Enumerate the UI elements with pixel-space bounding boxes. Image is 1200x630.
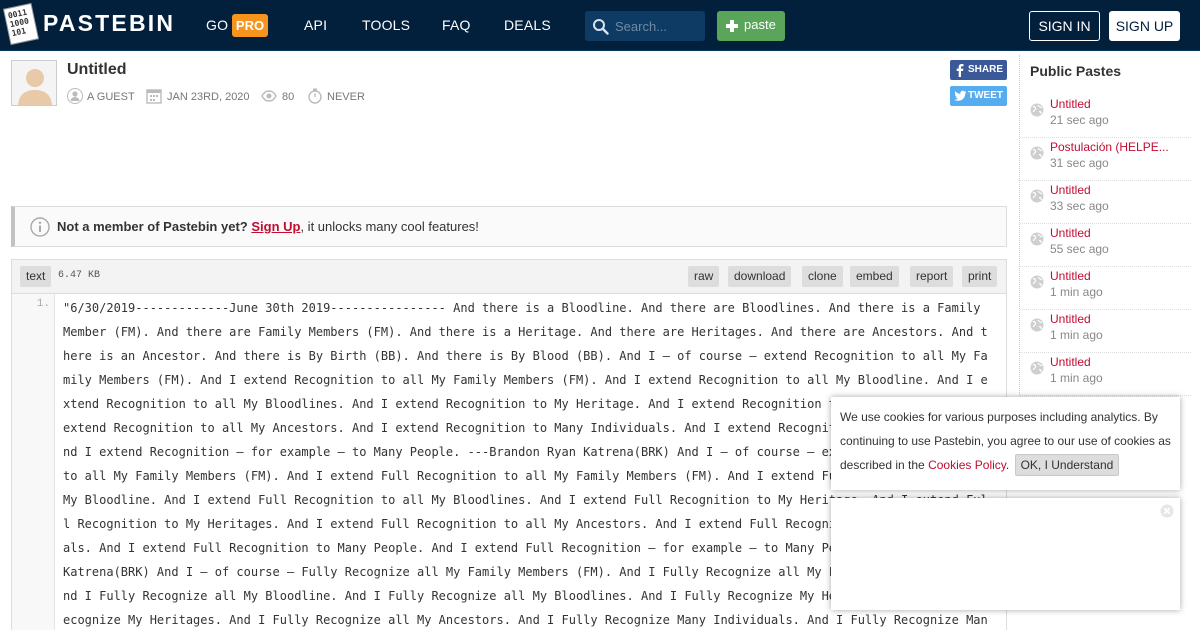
embed-button[interactable]: embed (850, 266, 899, 287)
cookies-policy-link[interactable]: Cookies Policy (928, 458, 1006, 472)
public-paste-title[interactable]: Untitled (1050, 312, 1091, 326)
nav-go[interactable]: GO (206, 17, 228, 33)
paste-title: Untitled (67, 61, 127, 78)
globe-icon (1030, 361, 1044, 375)
public-paste-item[interactable]: Untitled 33 sec ago (1020, 181, 1191, 224)
sidebar-title: Public Pastes (1030, 63, 1122, 79)
facebook-share-button[interactable]: SHARE (950, 60, 1007, 80)
twitter-icon (954, 90, 967, 101)
notice-text: Not a member of Pastebin yet? Sign Up, i… (57, 219, 479, 234)
globe-icon (1030, 232, 1044, 246)
notice-bold-text: Not a member of Pastebin yet? (57, 219, 248, 234)
public-paste-title[interactable]: Untitled (1050, 269, 1091, 283)
globe-icon (1030, 318, 1044, 332)
public-paste-time: 55 sec ago (1050, 242, 1109, 256)
twitter-tweet-button[interactable]: TWEET (950, 86, 1007, 106)
line-number: 1. (36, 298, 50, 310)
globe-icon (1030, 275, 1044, 289)
public-pastes-sidebar: Public Pastes Untitled 21 sec ago Postulac… (1019, 55, 1191, 396)
ad-panel (831, 498, 1180, 610)
public-paste-time: 1 min ago (1050, 371, 1103, 385)
facebook-icon (956, 64, 964, 77)
search-input[interactable] (615, 17, 701, 35)
eye-icon (261, 90, 277, 102)
cookie-text-block: We use cookies for various purposes incl… (840, 405, 1174, 477)
cookie-period: . (1005, 458, 1010, 472)
notice-sign-up-link[interactable]: Sign Up (251, 219, 300, 234)
raw-button[interactable]: raw (688, 266, 720, 287)
timer-icon (308, 88, 322, 104)
public-paste-title[interactable]: Postulación (HELPE... (1050, 140, 1169, 154)
public-paste-time: 1 min ago (1050, 328, 1103, 342)
sign-up-button[interactable]: SIGN UP (1109, 11, 1180, 41)
calendar-icon (146, 89, 162, 104)
public-paste-title[interactable]: Untitled (1050, 183, 1091, 197)
public-paste-item[interactable]: Postulación (HELPE... 31 sec ago (1020, 138, 1191, 181)
plus-icon (726, 20, 738, 32)
user-icon (67, 88, 83, 104)
clone-button[interactable]: clone (802, 266, 843, 287)
report-button[interactable]: report (910, 266, 954, 287)
globe-icon (1030, 189, 1044, 203)
public-paste-title[interactable]: Untitled (1050, 97, 1091, 111)
public-paste-item[interactable]: Untitled 1 min ago (1020, 267, 1191, 310)
notice-rest-text: , it unlocks many cool features! (300, 219, 479, 234)
cookie-consent-popup: We use cookies for various purposes incl… (831, 397, 1180, 490)
public-paste-time: 31 sec ago (1050, 156, 1109, 170)
signup-notice: Not a member of Pastebin yet? Sign Up, i… (11, 206, 1007, 247)
tweet-label: TWEET (968, 90, 1003, 101)
pro-badge[interactable]: PRO (232, 14, 268, 37)
share-label: SHARE (968, 64, 1004, 75)
close-icon[interactable] (1160, 504, 1174, 518)
public-paste-item[interactable]: Untitled 55 sec ago (1020, 224, 1191, 267)
public-paste-item[interactable]: Untitled 21 sec ago (1020, 95, 1191, 138)
search-icon[interactable] (592, 18, 609, 35)
globe-icon (1030, 146, 1044, 160)
paste-author[interactable]: A GUEST (87, 90, 135, 104)
pastebin-logo-text[interactable]: PASTEBIN (43, 10, 175, 37)
nav-tools[interactable]: TOOLS (362, 17, 410, 33)
cookie-ok-button[interactable]: OK, I Understand (1014, 454, 1120, 476)
public-paste-time: 21 sec ago (1050, 113, 1109, 127)
paste-views: 80 (282, 91, 295, 103)
paste-expiry: NEVER (327, 91, 365, 103)
new-paste-button[interactable]: paste (717, 11, 785, 41)
sign-in-button[interactable]: SIGN IN (1029, 11, 1100, 41)
public-paste-item[interactable]: Untitled 1 min ago (1020, 353, 1191, 396)
nav-api[interactable]: API (304, 17, 327, 33)
syntax-label[interactable]: text (20, 266, 52, 287)
download-button[interactable]: download (728, 266, 792, 287)
pastebin-logo-icon[interactable]: 0011 1000 101 (3, 3, 39, 45)
user-avatar (11, 60, 57, 106)
info-icon (30, 217, 50, 237)
globe-icon (1030, 103, 1044, 117)
public-paste-title[interactable]: Untitled (1050, 226, 1091, 240)
guest-avatar-icon (12, 61, 56, 105)
paste-date: JAN 23RD, 2020 (167, 91, 250, 103)
nav-deals[interactable]: DEALS (504, 17, 551, 33)
top-navbar: 0011 1000 101 PASTEBIN GO PRO API TOOLS … (0, 0, 1200, 51)
print-button[interactable]: print (962, 266, 998, 287)
search-box (585, 11, 705, 41)
paste-size: 6.47 KB (58, 270, 101, 281)
code-toolbar: text 6.47 KB raw download clone embed re… (12, 260, 1006, 294)
public-paste-time: 33 sec ago (1050, 199, 1109, 213)
public-paste-time: 1 min ago (1050, 285, 1103, 299)
nav-faq[interactable]: FAQ (442, 17, 471, 33)
line-number-gutter: 1. (12, 294, 55, 630)
paste-button-label: paste (744, 17, 776, 32)
public-paste-title[interactable]: Untitled (1050, 355, 1091, 369)
public-paste-item[interactable]: Untitled 1 min ago (1020, 310, 1191, 353)
